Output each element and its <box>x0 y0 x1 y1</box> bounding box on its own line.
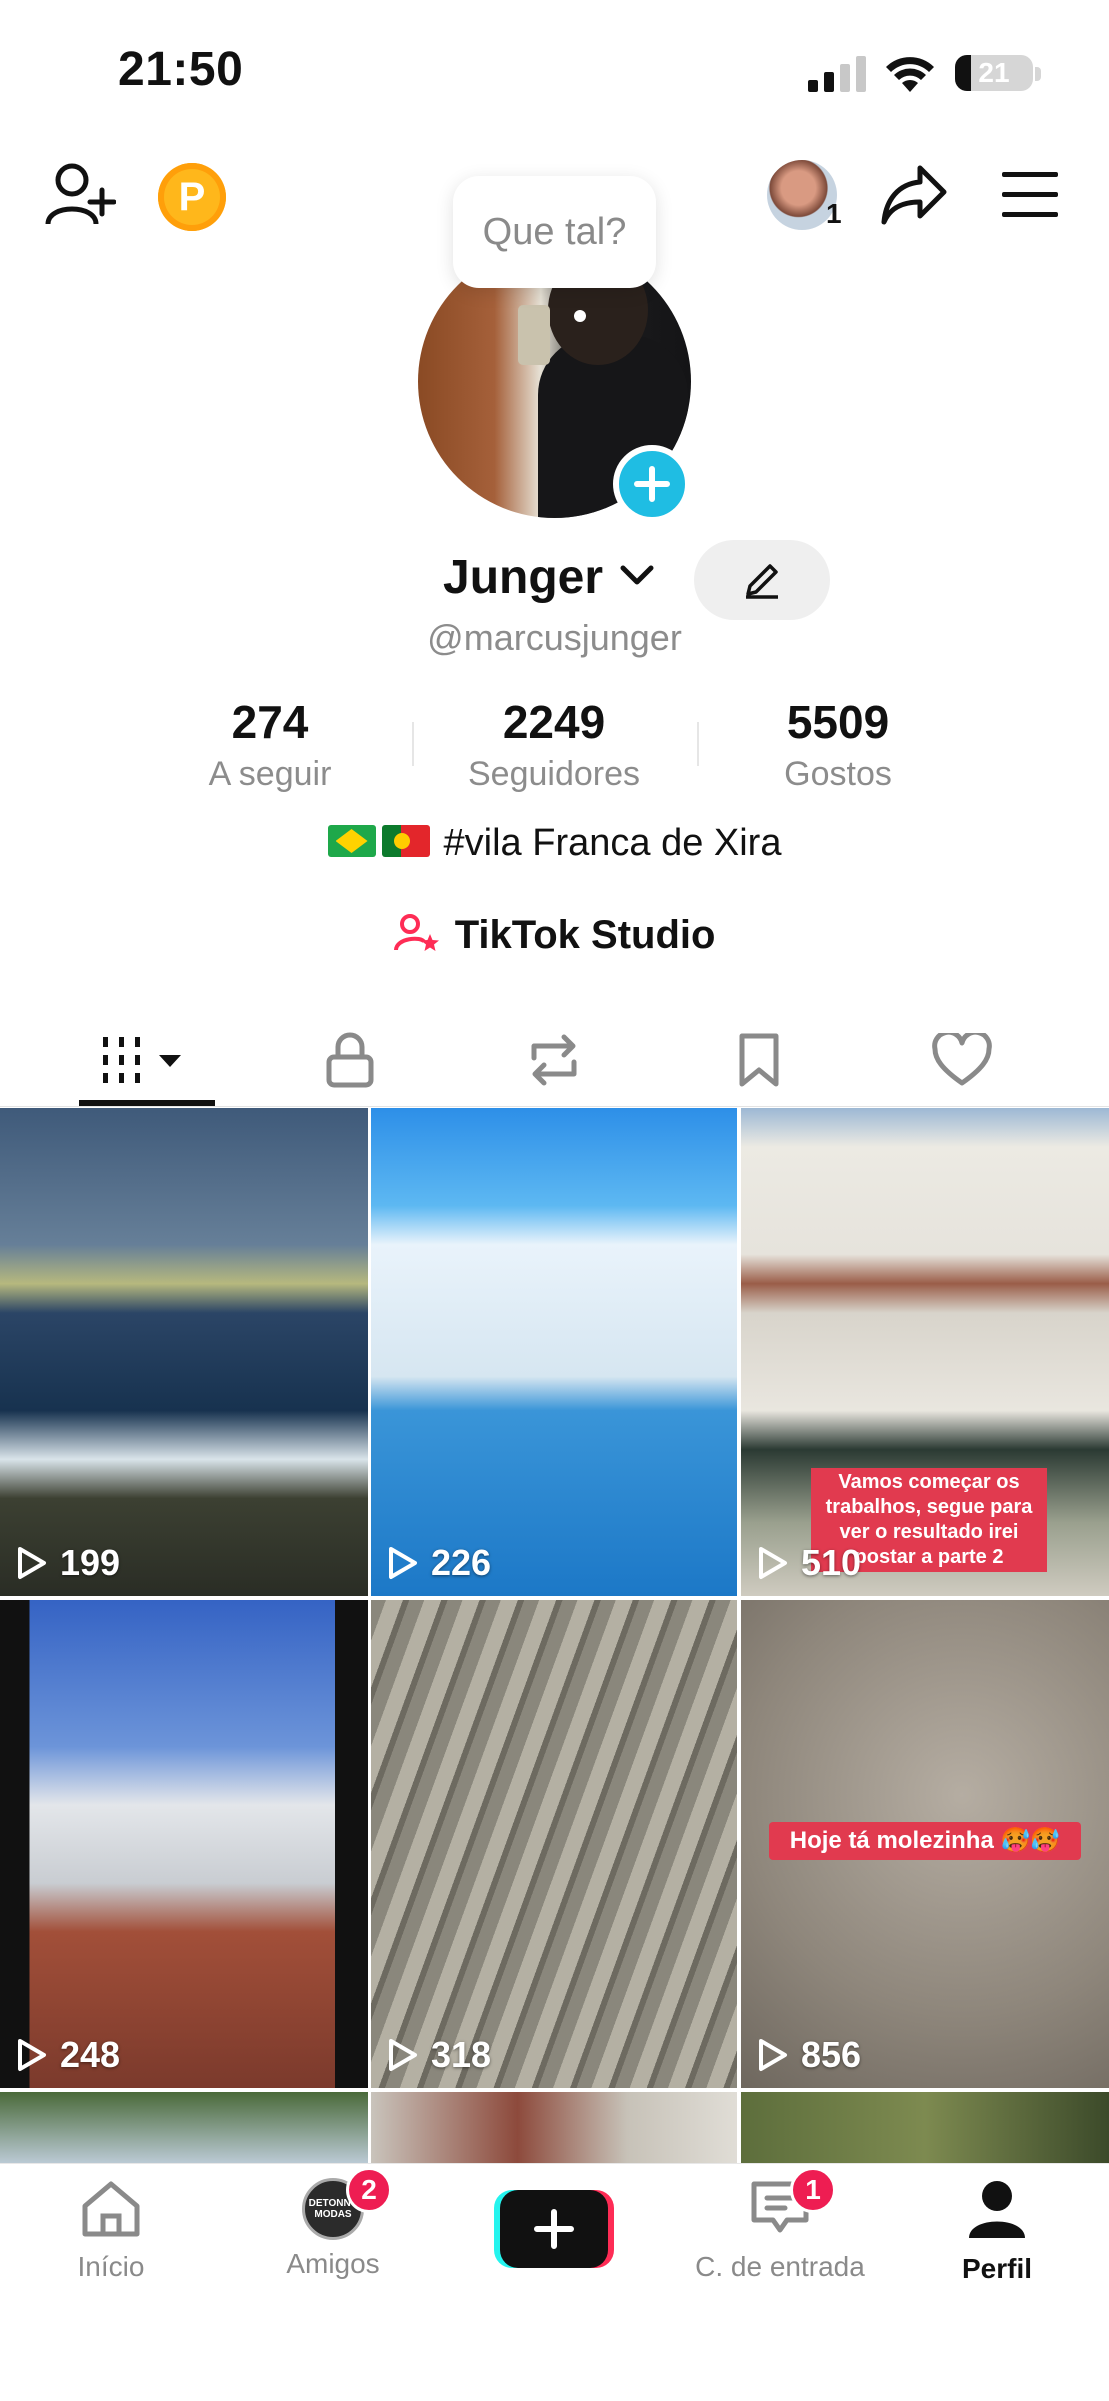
bio-text: #vila Franca de Xira <box>443 822 782 864</box>
video-thumbnail[interactable]: 318 <box>371 1600 737 2088</box>
view-count: 199 <box>16 1542 120 1584</box>
coin-letter: P <box>178 174 206 219</box>
studio-label: TikTok Studio <box>454 913 716 957</box>
following-label: A seguir <box>208 755 332 793</box>
followers-stat[interactable]: 2249 Seguidores <box>434 695 674 794</box>
tab-favorites[interactable] <box>709 1020 809 1100</box>
add-story-button[interactable] <box>613 445 691 523</box>
inbox-notification-badge: 1 <box>790 2167 836 2213</box>
view-count: 318 <box>387 2034 491 2076</box>
profile-name[interactable]: Junger <box>443 550 654 605</box>
edit-profile-button[interactable] <box>694 540 830 620</box>
stat-divider <box>412 722 414 766</box>
profile-name-text: Junger <box>443 551 604 604</box>
video-thumbnail[interactable] <box>0 2092 368 2172</box>
likes-stat[interactable]: 5509 Gostos <box>718 695 958 794</box>
profile-handle: @marcusjunger <box>427 617 682 658</box>
tab-liked[interactable] <box>912 1020 1012 1100</box>
wifi-icon <box>886 57 934 92</box>
tabs-divider <box>0 1106 1109 1107</box>
nav-friends-label: Amigos <box>286 2248 380 2279</box>
menu-icon[interactable] <box>1002 172 1058 218</box>
battery-indicator: 21 <box>955 55 1033 91</box>
followers-count: 2249 <box>502 696 606 748</box>
nav-inbox[interactable]: C. de entrada <box>680 2178 880 2283</box>
tab-videos[interactable] <box>79 1020 215 1100</box>
video-thumbnail[interactable]: Hoje tá molezinha 🥵🥵 856 <box>741 1600 1109 2088</box>
video-thumbnail[interactable]: 248 <box>0 1600 368 2088</box>
tab-reposts[interactable] <box>504 1020 604 1100</box>
nav-friends[interactable]: DETONNY MODAS Amigos <box>248 2178 418 2280</box>
avatar-tooltip[interactable]: Que tal? <box>453 176 656 288</box>
create-button[interactable] <box>494 2190 614 2268</box>
bookmark-icon <box>739 1033 779 1087</box>
view-count: 226 <box>387 1542 491 1584</box>
video-thumbnail[interactable]: 199 <box>0 1108 368 1596</box>
coins-icon[interactable]: P <box>158 163 226 231</box>
nav-home-label: Início <box>77 2251 145 2282</box>
nav-home[interactable]: Início <box>26 2178 196 2283</box>
play-icon <box>759 2039 787 2071</box>
view-count-text: 318 <box>431 2034 492 2075</box>
view-count-text: 510 <box>801 1542 862 1583</box>
heart-icon <box>932 1033 992 1086</box>
switch-account-count: 1 <box>826 198 842 229</box>
play-icon <box>18 1547 46 1579</box>
tooltip-dot <box>574 310 586 322</box>
tab-private[interactable] <box>300 1020 400 1100</box>
view-count-text: 248 <box>60 2034 121 2075</box>
play-icon <box>389 2039 417 2071</box>
cellular-signal-icon <box>808 56 866 92</box>
nav-profile-label: Perfil <box>961 2253 1033 2284</box>
stat-divider <box>697 722 699 766</box>
studio-person-star-icon <box>393 914 439 951</box>
view-count-text: 856 <box>801 2034 862 2075</box>
following-stat[interactable]: 274 A seguir <box>150 695 390 794</box>
plus-icon <box>634 466 670 502</box>
share-icon[interactable] <box>880 162 948 226</box>
profile-bio: #vila Franca de Xira <box>0 822 1109 865</box>
view-count: 510 <box>757 1542 861 1584</box>
status-time: 21:50 <box>118 43 244 96</box>
likes-label: Gostos <box>784 755 892 793</box>
likes-count: 5509 <box>786 696 890 748</box>
grid-icon <box>103 1037 181 1083</box>
followers-label: Seguidores <box>467 755 640 793</box>
battery-percent: 21 <box>978 57 1010 88</box>
plus-icon <box>534 2209 574 2249</box>
add-friend-icon[interactable] <box>44 160 116 230</box>
profile-icon <box>969 2181 1025 2238</box>
video-thumbnail[interactable] <box>741 2092 1109 2172</box>
view-count: 856 <box>757 2034 861 2076</box>
tooltip-text: Que tal? <box>482 210 627 253</box>
battery-tip <box>1035 67 1041 81</box>
video-thumbnail[interactable]: Vamos começar os trabalhos, segue para v… <box>741 1108 1109 1596</box>
lock-icon <box>326 1032 374 1088</box>
view-count-text: 199 <box>60 1542 121 1583</box>
video-caption: Hoje tá molezinha 🥵🥵 <box>769 1822 1081 1860</box>
nav-profile[interactable]: Perfil <box>912 2178 1082 2285</box>
play-icon <box>389 1547 417 1579</box>
following-count: 274 <box>231 696 309 748</box>
nav-inbox-label: C. de entrada <box>695 2251 865 2282</box>
play-icon <box>759 1547 787 1579</box>
play-icon <box>18 2039 46 2071</box>
view-count-text: 226 <box>431 1542 492 1583</box>
brazil-flag-icon <box>327 825 376 857</box>
chevron-down-icon <box>620 565 654 585</box>
repost-icon <box>531 1034 577 1086</box>
active-tab-indicator <box>79 1100 215 1106</box>
view-count: 248 <box>16 2034 120 2076</box>
portugal-flag-icon <box>381 825 430 857</box>
pencil-icon <box>746 564 778 599</box>
video-thumbnail[interactable]: 226 <box>371 1108 737 1596</box>
home-icon <box>82 2181 140 2237</box>
friends-notification-badge: 2 <box>346 2167 392 2213</box>
video-thumbnail[interactable] <box>371 2092 737 2172</box>
tiktok-studio-link[interactable]: TikTok Studio <box>0 912 1109 958</box>
